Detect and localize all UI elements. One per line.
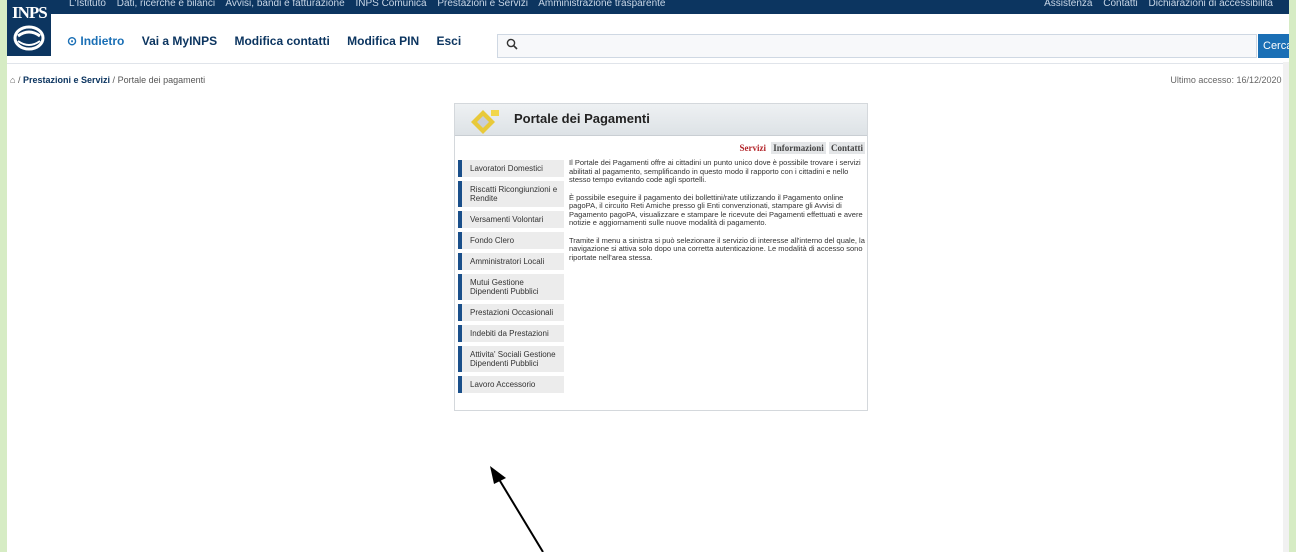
menu-item-fondo-clero[interactable]: Fondo Clero — [458, 232, 564, 249]
top-link-assistenza[interactable]: Assistenza — [1044, 0, 1092, 9]
breadcrumb-separator: / — [112, 75, 116, 85]
services-menu: Lavoratori Domestici Riscatti Ricongiunz… — [458, 160, 564, 397]
top-link-accessibilita[interactable]: Dichiarazioni di accessibilità — [1149, 0, 1274, 9]
back-button[interactable]: ⊙ Indietro — [67, 34, 124, 48]
myinps-link[interactable]: Vai a MyINPS — [142, 34, 217, 48]
menu-item-amministratori-locali[interactable]: Amministratori Locali — [458, 253, 564, 270]
breadcrumb-prestazioni[interactable]: Prestazioni e Servizi — [23, 75, 110, 85]
inps-logo[interactable]: INPS — [7, 0, 51, 56]
menu-item-lavoratori-domestici[interactable]: Lavoratori Domestici — [458, 160, 564, 177]
breadcrumb: ⌂ / Prestazioni e Servizi / Portale dei … — [10, 75, 205, 85]
modifica-contatti-link[interactable]: Modifica contatti — [234, 34, 329, 48]
logo-icon — [13, 25, 45, 51]
menu-item-lavoro-accessorio[interactable]: Lavoro Accessorio — [458, 376, 564, 393]
esci-link[interactable]: Esci — [437, 34, 462, 48]
tab-servizi[interactable]: Servizi — [737, 142, 768, 154]
menu-item-riscatti[interactable]: Riscatti Ricongiunzioni e Rendite — [458, 181, 564, 207]
portal-title: Portale dei Pagamenti — [514, 111, 650, 126]
scrollbar[interactable] — [1283, 62, 1289, 552]
portal-tabs: Servizi Informazioni Contatti — [737, 142, 865, 154]
portal-logo-icon — [471, 110, 499, 134]
breadcrumb-current: Portale dei pagamenti — [117, 75, 206, 85]
logo-text: INPS — [12, 3, 48, 22]
top-link[interactable]: Prestazioni e Servizi — [437, 0, 528, 9]
breadcrumb-separator: / — [17, 75, 21, 85]
description-paragraph: Il Portale dei Pagamenti offre ai cittad… — [569, 158, 861, 184]
top-link[interactable]: INPS Comunica — [355, 0, 426, 9]
menu-item-indebiti[interactable]: Indebiti da Prestazioni — [458, 325, 564, 342]
back-label: Indietro — [80, 34, 125, 48]
top-link-contatti[interactable]: Contatti — [1103, 0, 1137, 9]
portal-description: Il Portale dei Pagamenti offre ai cittad… — [569, 158, 865, 271]
menu-item-prestazioni-occasionali[interactable]: Prestazioni Occasionali — [458, 304, 564, 321]
menu-item-attivita-sociali[interactable]: Attivita' Sociali Gestione Dipendenti Pu… — [458, 346, 564, 372]
last-access: Ultimo accesso: 16/12/2020 1 — [1170, 75, 1289, 85]
top-link[interactable]: Amministrazione trasparente — [538, 0, 665, 9]
tab-informazioni[interactable]: Informazioni — [771, 142, 826, 154]
menu-item-versamenti-volontari[interactable]: Versamenti Volontari — [458, 211, 564, 228]
browser-page: L'Istituto Dati, ricerche e bilanci Avvi… — [7, 0, 1289, 552]
nav-links: ⊙ Indietro Vai a MyINPS Modifica contatt… — [67, 34, 475, 48]
top-link[interactable]: Dati, ricerche e bilanci — [117, 0, 215, 9]
top-utility-bar: L'Istituto Dati, ricerche e bilanci Avvi… — [7, 0, 1289, 14]
menu-item-mutui[interactable]: Mutui Gestione Dipendenti Pubblici — [458, 274, 564, 300]
header-nav: ⊙ Indietro Vai a MyINPS Modifica contatt… — [7, 14, 1289, 64]
home-icon[interactable]: ⌂ — [10, 75, 15, 85]
top-link[interactable]: Avvisi, bandi e fatturazione — [225, 0, 344, 9]
payments-portal: Portale dei Pagamenti Servizi Informazio… — [454, 103, 868, 411]
search-button[interactable]: Cerca — [1258, 34, 1289, 58]
search-input[interactable] — [497, 34, 1257, 58]
modifica-pin-link[interactable]: Modifica PIN — [347, 34, 419, 48]
description-paragraph: È possibile eseguire il pagamento dei bo… — [569, 192, 863, 227]
top-link[interactable]: L'Istituto — [69, 0, 106, 9]
search-icon — [506, 38, 518, 53]
portal-header: Portale dei Pagamenti — [455, 104, 867, 136]
tab-contatti[interactable]: Contatti — [829, 142, 865, 154]
description-paragraph: Tramite il menu a sinistra si può selezi… — [569, 235, 865, 262]
